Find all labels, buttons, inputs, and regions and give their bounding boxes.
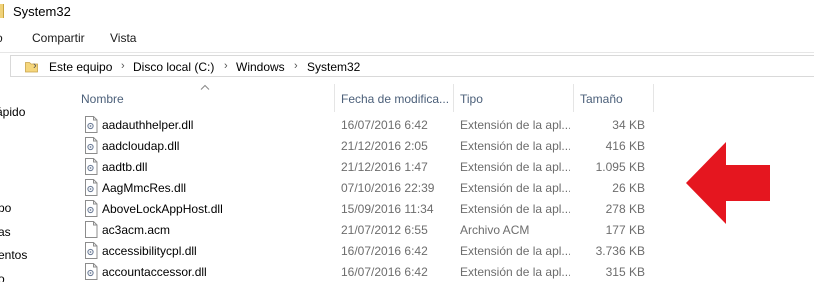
folder-icon [0, 4, 4, 18]
window-title: System32 [13, 4, 71, 19]
breadcrumb-este-equipo[interactable]: Este equipo [49, 60, 112, 74]
file-date: 16/07/2016 6:42 [341, 265, 428, 279]
file-size: 278 KB [605, 202, 645, 216]
dll-file-icon [85, 116, 98, 133]
column-divider[interactable] [334, 84, 335, 112]
file-date: 21/12/2016 1:47 [341, 160, 428, 174]
file-type: Extensión de la apl... [460, 244, 570, 258]
column-size[interactable]: Tamaño [580, 92, 623, 106]
file-date: 07/10/2016 22:39 [341, 181, 435, 195]
file-name: accessibilitycpl.dll [102, 244, 197, 258]
chevron-right-icon[interactable]: › [33, 60, 37, 72]
tab-inicio[interactable]: o [0, 31, 3, 45]
file-size: 315 KB [605, 265, 645, 279]
breadcrumb-system32[interactable]: System32 [307, 60, 360, 74]
red-left-arrow-icon [686, 142, 770, 224]
file-date: 16/07/2016 6:42 [341, 244, 428, 258]
tab-compartir[interactable]: Compartir [32, 31, 85, 45]
column-divider[interactable] [653, 84, 654, 112]
file-size: 26 KB [612, 181, 645, 195]
file-name: aadauthhelper.dll [102, 118, 194, 132]
dll-file-icon [85, 200, 98, 217]
file-type: Extensión de la apl... [460, 202, 570, 216]
column-date[interactable]: Fecha de modifica... [341, 92, 449, 106]
file-name: ac3acm.acm [102, 223, 171, 237]
file-date: 21/12/2016 2:05 [341, 139, 428, 153]
breadcrumb-disco-local[interactable]: Disco local (C:) [133, 60, 214, 74]
file-size: 34 KB [612, 118, 645, 132]
file-size: 416 KB [605, 139, 645, 153]
column-name[interactable]: Nombre [81, 92, 124, 106]
title-bar: System32 [0, 0, 814, 24]
file-size: 3.736 KB [595, 244, 645, 258]
file-name: aadcloudap.dll [102, 139, 180, 153]
file-row[interactable]: accessibilitycpl.dll 16/07/2016 6:42 Ext… [0, 240, 814, 261]
tab-vista[interactable]: Vista [110, 31, 136, 45]
column-header: Nombre Fecha de modifica... Tipo Tamaño [0, 84, 814, 112]
column-divider[interactable] [453, 84, 454, 112]
chevron-right-icon[interactable]: › [294, 60, 298, 72]
file-date: 16/07/2016 6:42 [341, 118, 428, 132]
file-name: accountaccessor.dll [102, 265, 207, 279]
file-size: 177 KB [605, 223, 645, 237]
file-type: Extensión de la apl... [460, 160, 570, 174]
dll-file-icon [85, 158, 98, 175]
file-date: 21/07/2012 6:55 [341, 223, 428, 237]
dll-file-icon [85, 242, 98, 259]
sort-ascending-icon [200, 84, 210, 90]
file-row[interactable]: aadauthhelper.dll 16/07/2016 6:42 Extens… [0, 114, 814, 135]
file-type: Extensión de la apl... [460, 139, 570, 153]
dll-file-icon [85, 137, 98, 154]
address-box[interactable]: › Este equipo › Disco local (C:) › Windo… [10, 55, 814, 77]
file-name: AagMmcRes.dll [102, 181, 187, 195]
breadcrumb-windows[interactable]: Windows [236, 60, 285, 74]
chevron-right-icon[interactable]: › [121, 60, 125, 72]
chevron-right-icon[interactable]: › [224, 60, 228, 72]
file-icon [85, 221, 98, 238]
file-name: aadtb.dll [102, 160, 148, 174]
file-type: Extensión de la apl... [460, 265, 570, 279]
ribbon: o Compartir Vista [0, 24, 814, 53]
column-divider[interactable] [573, 84, 574, 112]
file-date: 15/09/2016 11:34 [341, 202, 434, 216]
file-size: 1.095 KB [595, 160, 645, 174]
file-type: Extensión de la apl... [460, 118, 570, 132]
column-type[interactable]: Tipo [460, 92, 483, 106]
dll-file-icon [85, 263, 98, 280]
file-type: Archivo ACM [460, 223, 530, 237]
file-name: AboveLockAppHost.dll [102, 202, 223, 216]
address-bar: › Este equipo › Disco local (C:) › Windo… [0, 55, 814, 77]
file-type: Extensión de la apl... [460, 181, 570, 195]
dll-file-icon [85, 179, 98, 196]
file-row[interactable]: accountaccessor.dll 16/07/2016 6:42 Exte… [0, 261, 814, 282]
